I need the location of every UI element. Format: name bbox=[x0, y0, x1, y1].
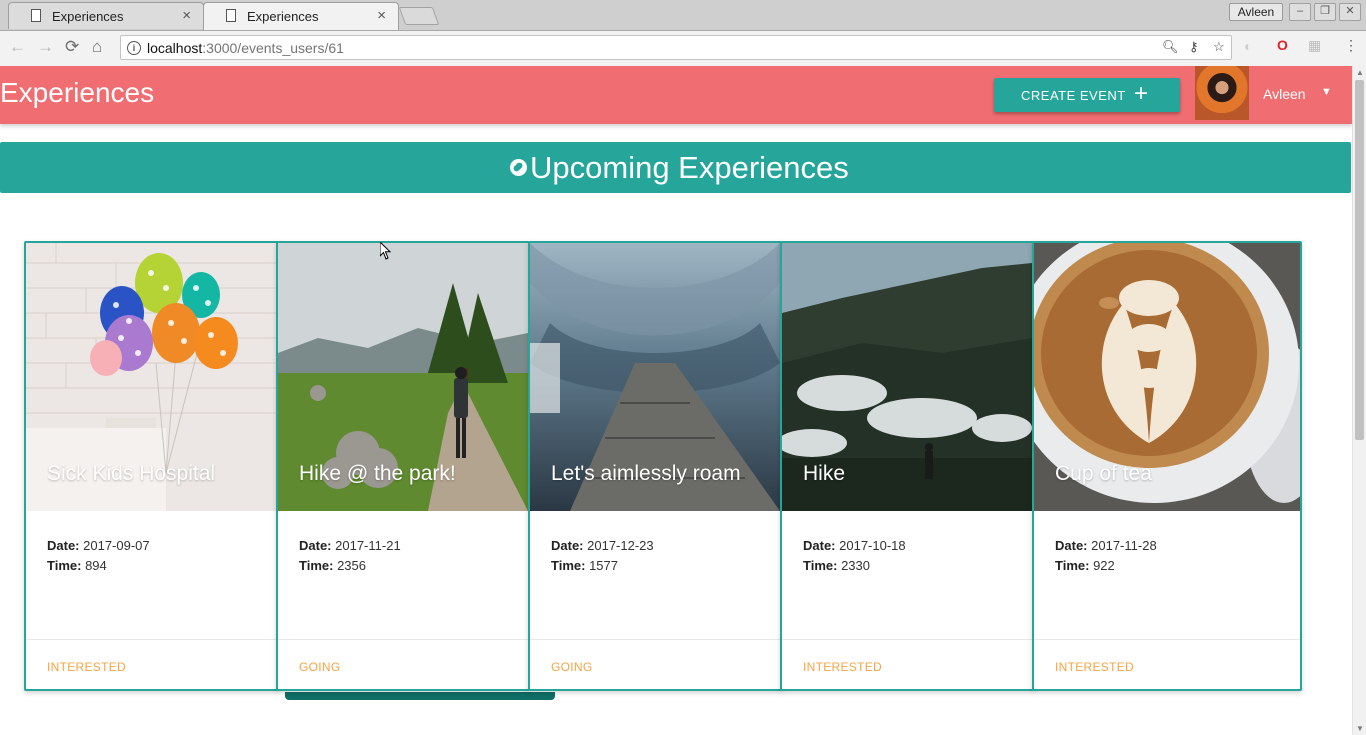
event-card[interactable]: Let's aimlessly roam Date: 2017-12-23 Ti… bbox=[528, 241, 782, 691]
close-icon[interactable]: × bbox=[377, 7, 386, 24]
page-scrollbar[interactable]: ▲ ▼ bbox=[1352, 66, 1366, 735]
create-event-label: CREATE EVENT bbox=[1021, 88, 1126, 103]
event-date: 2017-11-21 bbox=[335, 538, 401, 553]
create-event-button[interactable]: CREATE EVENT + bbox=[994, 78, 1180, 112]
card-actions: GOING bbox=[278, 639, 528, 674]
event-time: 894 bbox=[85, 558, 107, 573]
home-icon[interactable]: ⌂ bbox=[92, 37, 102, 57]
browser-tab-strip: Experiences × Experiences × Avleen – ❐ ✕ bbox=[0, 0, 1366, 31]
upcoming-banner: Upcoming Experiences bbox=[0, 142, 1351, 193]
event-date: 2017-10-18 bbox=[839, 538, 906, 553]
event-time: 922 bbox=[1093, 558, 1115, 573]
event-date: 2017-12-23 bbox=[587, 538, 654, 553]
event-date: 2017-11-28 bbox=[1091, 538, 1157, 553]
event-title[interactable]: Hike bbox=[803, 462, 845, 486]
event-details: Date: 2017-10-18 Time: 2330 bbox=[803, 538, 906, 573]
minimize-icon[interactable]: – bbox=[1289, 3, 1311, 21]
scroll-up-icon[interactable]: ▲ bbox=[1356, 68, 1364, 77]
new-tab-button[interactable] bbox=[398, 7, 440, 25]
app-header: Experiences CREATE EVENT + Avleen ▼ bbox=[0, 66, 1352, 124]
plus-icon: + bbox=[1134, 80, 1149, 107]
cast-icon[interactable]: ▦ bbox=[1308, 37, 1321, 54]
event-time: 2356 bbox=[337, 558, 366, 573]
reload-icon[interactable]: ⟳ bbox=[65, 37, 79, 57]
close-window-icon[interactable]: ✕ bbox=[1339, 3, 1361, 21]
caret-down-icon[interactable]: ▼ bbox=[1321, 86, 1332, 98]
mouse-cursor-icon bbox=[380, 242, 392, 260]
user-name[interactable]: Avleen bbox=[1263, 86, 1306, 102]
event-date: 2017-09-07 bbox=[83, 538, 150, 553]
status-link[interactable]: GOING bbox=[299, 660, 341, 674]
event-card-list: Sick Kids Hospital Date: 2017-09-07 Time… bbox=[24, 241, 1302, 691]
card-actions: INTERESTED bbox=[26, 639, 276, 674]
info-icon[interactable]: i bbox=[127, 41, 141, 55]
tab-title: Experiences bbox=[52, 9, 124, 24]
card-actions: INTERESTED bbox=[1034, 639, 1300, 674]
status-link[interactable]: INTERESTED bbox=[47, 660, 126, 674]
card-actions: INTERESTED bbox=[782, 639, 1032, 674]
tab-title: Experiences bbox=[247, 9, 319, 24]
event-details: Date: 2017-11-21 Time: 2356 bbox=[299, 538, 401, 573]
avatar[interactable] bbox=[1195, 66, 1249, 120]
card-actions: GOING bbox=[530, 639, 780, 674]
event-card[interactable]: Hike @ the park! Date: 2017-11-21 Time: … bbox=[276, 241, 530, 691]
status-link[interactable]: GOING bbox=[551, 660, 593, 674]
forward-icon[interactable]: → bbox=[37, 37, 54, 57]
browser-tab[interactable]: Experiences × bbox=[8, 2, 204, 29]
scroll-down-icon[interactable]: ▼ bbox=[1356, 724, 1364, 733]
event-card[interactable]: Cup of tea Date: 2017-11-28 Time: 922 IN… bbox=[1032, 241, 1302, 691]
extension-icon[interactable]: ◐ bbox=[1244, 38, 1252, 54]
menu-icon[interactable]: ⋮ bbox=[1344, 37, 1358, 54]
banner-title: Upcoming Experiences bbox=[530, 150, 849, 185]
page-content: Experiences CREATE EVENT + Avleen ▼ Upco… bbox=[0, 66, 1352, 735]
button-shadow bbox=[285, 692, 555, 700]
app-title[interactable]: Experiences bbox=[0, 77, 154, 109]
browser-tab-active[interactable]: Experiences × bbox=[203, 2, 399, 30]
browser-toolbar: ← → ⟳ ⌂ i localhost:3000/events_users/61… bbox=[0, 31, 1366, 67]
event-time: 1577 bbox=[589, 558, 618, 573]
event-title[interactable]: Sick Kids Hospital bbox=[47, 462, 215, 486]
restore-icon[interactable]: ❐ bbox=[1314, 3, 1336, 21]
page-icon bbox=[31, 9, 41, 22]
event-card[interactable]: Sick Kids Hospital Date: 2017-09-07 Time… bbox=[24, 241, 278, 691]
key-icon[interactable]: ⚷ bbox=[1189, 39, 1199, 55]
event-title[interactable]: Cup of tea bbox=[1055, 462, 1152, 486]
event-title[interactable]: Let's aimlessly roam bbox=[551, 462, 741, 486]
status-link[interactable]: INTERESTED bbox=[803, 660, 882, 674]
event-details: Date: 2017-09-07 Time: 894 bbox=[47, 538, 150, 573]
opera-icon[interactable]: O bbox=[1277, 37, 1288, 53]
event-card[interactable]: Hike Date: 2017-10-18 Time: 2330 INTERES… bbox=[780, 241, 1034, 691]
scrollbar-thumb[interactable] bbox=[1355, 80, 1364, 440]
event-details: Date: 2017-11-28 Time: 922 bbox=[1055, 538, 1157, 573]
back-icon[interactable]: ← bbox=[9, 37, 26, 57]
address-bar[interactable]: i localhost:3000/events_users/61 🔍︎ ⚷ ☆ bbox=[120, 35, 1232, 60]
url-text[interactable]: localhost:3000/events_users/61 bbox=[147, 40, 344, 56]
compass-icon bbox=[510, 159, 527, 176]
star-icon[interactable]: ☆ bbox=[1213, 39, 1225, 55]
close-icon[interactable]: × bbox=[182, 7, 191, 24]
event-details: Date: 2017-12-23 Time: 1577 bbox=[551, 538, 654, 573]
profile-button[interactable]: Avleen bbox=[1229, 3, 1283, 21]
page-icon bbox=[226, 9, 236, 22]
zoom-icon[interactable]: 🔍︎ bbox=[1162, 39, 1179, 55]
event-title[interactable]: Hike @ the park! bbox=[299, 462, 456, 486]
event-time: 2330 bbox=[841, 558, 870, 573]
status-link[interactable]: INTERESTED bbox=[1055, 660, 1134, 674]
